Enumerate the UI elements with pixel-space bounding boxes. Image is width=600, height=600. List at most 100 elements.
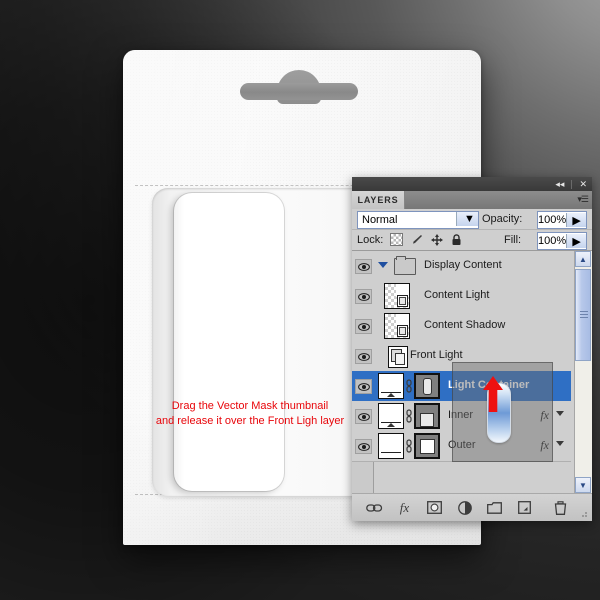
- opacity-input[interactable]: 100% ▶: [537, 211, 587, 229]
- layer-thumbnail[interactable]: [378, 403, 404, 429]
- scrollbar[interactable]: ▲ ▼: [574, 251, 592, 493]
- smart-object-badge-icon: [397, 325, 408, 337]
- layer-effects-icon[interactable]: fx: [540, 438, 549, 453]
- eye-icon[interactable]: [355, 289, 372, 304]
- layer-thumbnail-group[interactable]: [378, 403, 440, 429]
- scroll-up-button[interactable]: ▲: [575, 251, 591, 267]
- chevron-down-icon[interactable]: [556, 411, 564, 416]
- layer-style-icon[interactable]: fx: [396, 499, 413, 516]
- link-icon[interactable]: [404, 403, 414, 429]
- link-icon[interactable]: [404, 373, 414, 399]
- instruction-line-2: and release it over the Front Ligh layer: [155, 415, 345, 427]
- layer-thumbnail[interactable]: [384, 313, 410, 339]
- table-row[interactable]: Outer fx: [352, 431, 571, 462]
- layer-thumbnail[interactable]: [378, 373, 404, 399]
- titlebar-separator: [571, 179, 573, 189]
- blend-mode-select[interactable]: Normal ▼: [357, 211, 479, 229]
- chevron-down-icon[interactable]: ▼: [456, 212, 478, 226]
- layer-name: Content Shadow: [424, 319, 506, 331]
- instruction-line-1: Drag the Vector Mask thumbnail: [171, 400, 329, 412]
- vector-mask-shape: [420, 413, 434, 427]
- layer-name: Front Light: [410, 349, 463, 361]
- panel-menu-icon[interactable]: ▾☰: [577, 195, 589, 204]
- close-icon[interactable]: ✕: [579, 179, 587, 189]
- device-screen-shading: [174, 193, 284, 491]
- eye-icon[interactable]: [355, 349, 372, 364]
- fill-label: Fill:: [504, 234, 522, 246]
- lock-label: Lock:: [357, 234, 384, 246]
- red-arrow-annotation: [482, 376, 504, 412]
- panel-resize-grip[interactable]: [582, 511, 589, 518]
- scrollbar-grip: [580, 311, 588, 319]
- opacity-value: 100%: [538, 214, 567, 226]
- screenshot-stage: Drag the Vector Mask thumbnail and relea…: [0, 0, 600, 600]
- lock-icon-group: [390, 233, 462, 246]
- panel-titlebar-buttons: ◂◂ ✕: [555, 178, 587, 190]
- instruction-annotation: Drag the Vector Mask thumbnail and relea…: [150, 399, 350, 429]
- vector-mask-shape: [419, 438, 435, 454]
- layer-thumbnail-group[interactable]: [384, 313, 410, 339]
- layer-thumbnail-group[interactable]: [378, 373, 440, 399]
- fill-value: 100%: [538, 235, 567, 247]
- link-layers-icon[interactable]: [366, 499, 383, 516]
- eye-icon[interactable]: [355, 319, 372, 334]
- layer-effects-icon[interactable]: fx: [540, 408, 549, 423]
- folder-icon: [394, 256, 416, 275]
- add-mask-icon[interactable]: [426, 499, 443, 516]
- eye-icon[interactable]: [355, 379, 372, 394]
- thumb-marker: [387, 393, 395, 397]
- chevron-down-icon[interactable]: [556, 441, 564, 446]
- fill-input[interactable]: 100% ▶: [537, 232, 587, 250]
- layer-name: Outer: [448, 439, 476, 451]
- device-screen: [174, 193, 284, 491]
- opacity-scrubber-icon[interactable]: ▶: [566, 213, 586, 227]
- layer-thumbnail[interactable]: [384, 283, 410, 309]
- scrollbar-thumb[interactable]: [575, 269, 591, 361]
- move-lock-icon[interactable]: [431, 233, 443, 246]
- group-expand-icon[interactable]: [378, 262, 388, 268]
- hang-hole-bar: [240, 83, 358, 100]
- layer-name: Display Content: [424, 259, 502, 271]
- tab-layers[interactable]: LAYERS: [352, 191, 405, 209]
- layer-thumbnail[interactable]: [378, 433, 404, 459]
- blend-opacity-row: Normal ▼ Opacity: 100% ▶: [352, 209, 592, 230]
- eye-icon[interactable]: [355, 259, 372, 274]
- vector-mask-thumbnail[interactable]: [414, 433, 440, 459]
- adjustment-layer-icon[interactable]: [456, 499, 473, 516]
- new-layer-icon[interactable]: [516, 499, 533, 516]
- vector-mask-thumbnail[interactable]: [414, 373, 440, 399]
- layer-thumbnail-group[interactable]: [384, 283, 410, 309]
- table-row[interactable]: Light Container: [352, 371, 571, 402]
- table-row[interactable]: Content Light: [352, 281, 571, 312]
- table-row[interactable]: Display Content: [352, 251, 571, 282]
- panel-bottom-toolbar: fx: [352, 493, 592, 521]
- fill-scrubber-icon[interactable]: ▶: [566, 234, 586, 248]
- table-row[interactable]: Front Light: [352, 341, 571, 372]
- delete-layer-icon[interactable]: [552, 499, 569, 516]
- vector-mask-shape: [422, 377, 432, 395]
- layer-name: Inner: [448, 409, 474, 421]
- link-icon[interactable]: [404, 433, 414, 459]
- table-row[interactable]: Inner fx: [352, 401, 571, 432]
- thumb-baseline: [381, 452, 401, 453]
- thumb-marker: [387, 423, 395, 427]
- new-group-icon[interactable]: [486, 499, 503, 516]
- paint-lock-icon[interactable]: [411, 234, 423, 245]
- blend-mode-value: Normal: [362, 214, 398, 226]
- layer-thumbnail-group[interactable]: [378, 433, 440, 459]
- panel-titlebar[interactable]: ◂◂ ✕: [352, 177, 592, 191]
- layer-name: Content Light: [424, 289, 490, 301]
- layer-list[interactable]: Display Content Content Light Content Sh…: [352, 251, 592, 493]
- vector-mask-thumbnail[interactable]: [414, 403, 440, 429]
- scroll-down-button[interactable]: ▼: [575, 477, 591, 493]
- eye-icon[interactable]: [355, 409, 372, 424]
- smart-object-thumbnail[interactable]: [388, 346, 408, 368]
- table-row[interactable]: Content Shadow: [352, 311, 571, 342]
- all-lock-icon[interactable]: [451, 233, 462, 246]
- transparency-lock-icon[interactable]: [390, 233, 403, 246]
- layers-panel: ◂◂ ✕ LAYERS ▾☰ Normal ▼ Opacity: 100% ▶ …: [352, 177, 592, 521]
- lock-fill-row: Lock: Fill: 100% ▶: [352, 230, 592, 251]
- eye-icon[interactable]: [355, 439, 372, 454]
- collapse-panel-icon[interactable]: ◂◂: [555, 179, 564, 189]
- smart-object-badge-icon: [397, 295, 408, 307]
